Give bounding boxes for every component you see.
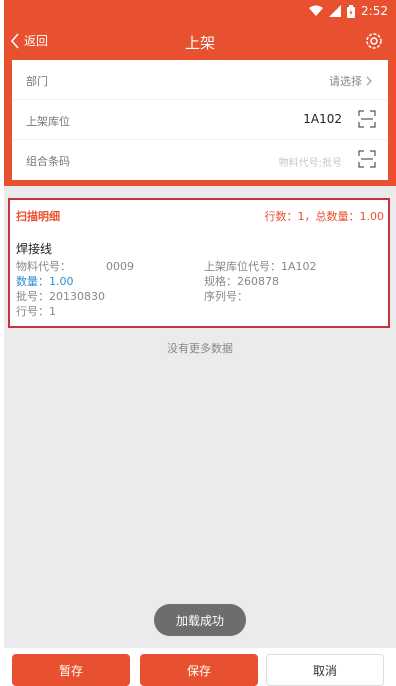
battery-icon <box>347 4 356 18</box>
department-label: 部门 <box>26 75 48 88</box>
toast: 加载成功 <box>154 604 246 636</box>
spec: 规格：260878 <box>204 275 279 288</box>
location-code: 上架库位代号：1A102 <box>204 260 317 273</box>
department-row[interactable]: 部门 请选择 <box>12 60 388 100</box>
app-frame: 2:52 返回 上架 部门 请选择 上架库位 1A102 组合条码 物料代号;批… <box>4 0 396 686</box>
list-footer: 没有更多数据 <box>167 342 233 355</box>
save-draft-button[interactable]: 暂存 <box>12 654 130 686</box>
wifi-icon <box>309 5 324 16</box>
detail-summary: 行数：1，总数量：1.00 <box>264 210 385 223</box>
status-bar: 2:52 <box>4 0 396 24</box>
scan-icon[interactable] <box>358 110 376 128</box>
barcode-input[interactable]: 物料代号;批号 <box>279 154 342 169</box>
chevron-right-icon <box>366 76 372 86</box>
item-name: 焊接线 <box>16 242 53 256</box>
gear-icon[interactable] <box>364 31 384 51</box>
save-button[interactable]: 保存 <box>140 654 258 686</box>
app-bar: 返回 上架 <box>4 24 396 60</box>
line-number: 行号：1 <box>16 305 56 318</box>
batch: 批号：20130830 <box>16 290 105 303</box>
quantity: 数量：1.00 <box>16 275 74 288</box>
barcode-label: 组合条码 <box>26 155 70 168</box>
material-code-value: 0009 <box>106 260 134 273</box>
detail-title: 扫描明细 <box>16 210 60 223</box>
location-row: 上架库位 1A102 <box>12 100 388 140</box>
form-panel: 部门 请选择 上架库位 1A102 组合条码 物料代号;批号 <box>4 60 396 186</box>
bottom-bar: 暂存 保存 取消 <box>4 648 396 686</box>
status-icons: 2:52 <box>309 4 388 18</box>
department-select-label: 请选择 <box>329 75 362 88</box>
location-label: 上架库位 <box>26 115 70 128</box>
barcode-row: 组合条码 物料代号;批号 <box>12 140 388 180</box>
scan-detail-card: 扫描明细 行数：1，总数量：1.00 焊接线 物料代号： 0009 上架库位代号… <box>8 198 390 328</box>
serial: 序列号： <box>204 290 248 303</box>
location-value[interactable]: 1A102 <box>303 112 342 126</box>
material-code-label: 物料代号： <box>16 260 71 273</box>
material-code: 物料代号： 0009 <box>16 258 134 274</box>
detail-header: 扫描明细 行数：1，总数量：1.00 <box>16 208 384 224</box>
status-time: 2:52 <box>361 4 388 18</box>
department-select[interactable]: 请选择 <box>329 73 372 89</box>
signal-icon <box>329 5 342 17</box>
scan-icon[interactable] <box>358 150 376 168</box>
cancel-button[interactable]: 取消 <box>266 654 384 686</box>
form-card: 部门 请选择 上架库位 1A102 组合条码 物料代号;批号 <box>12 60 388 180</box>
page-title: 上架 <box>184 34 215 52</box>
